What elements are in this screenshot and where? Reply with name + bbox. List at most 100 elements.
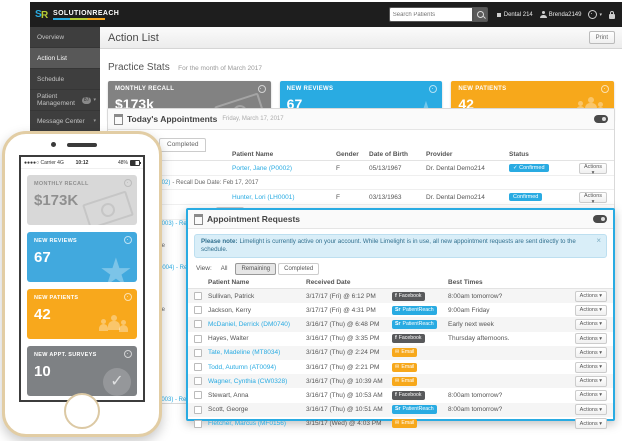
actions-button[interactable]: Actions ▾	[575, 362, 607, 373]
user-name: Brenda2149	[549, 12, 582, 18]
actions-button[interactable]: Actions ▾	[575, 305, 607, 316]
lock-menu[interactable]	[609, 11, 615, 19]
row-checkbox[interactable]	[194, 335, 202, 343]
gear-icon[interactable]	[258, 85, 266, 93]
search-button[interactable]	[473, 7, 488, 22]
patient-name-link[interactable]: Todd, Autumn (AT0094)	[208, 364, 306, 371]
view-tab-completed[interactable]: Completed	[278, 263, 319, 275]
gear-icon[interactable]	[124, 293, 132, 301]
actions-button[interactable]: Actions ▾	[575, 404, 607, 415]
user-menu[interactable]: Brenda2149	[540, 11, 582, 18]
source-label: PatientReach	[402, 307, 433, 314]
received-date-cell: 3/16/17 (Thu) @ 2:24 PM	[306, 349, 392, 356]
sidebar-item-message-center[interactable]: Message Center▾	[30, 111, 100, 132]
recall-note-text: - Recall Due Date: Feb 17, 2017	[172, 180, 258, 186]
gear-icon[interactable]	[601, 85, 609, 93]
row-checkbox[interactable]	[194, 406, 202, 414]
row-checkbox[interactable]	[194, 363, 202, 371]
status-badge: ✓ Confirmed	[509, 164, 549, 172]
actions-button[interactable]: Actions ▾	[575, 390, 607, 401]
patient-name-link[interactable]: Hunter, Lori (LH0001)	[232, 194, 336, 201]
collapse-toggle-icon[interactable]	[593, 215, 607, 223]
row-checkbox[interactable]	[194, 391, 202, 399]
tab-completed[interactable]: Completed	[159, 138, 206, 152]
appointment-requests-panel: Appointment Requests Please note:Limelig…	[186, 208, 615, 421]
home-button[interactable]	[64, 393, 100, 429]
patientreach-icon: Sr	[395, 307, 400, 314]
account-menu[interactable]: Dental 214	[495, 11, 533, 18]
phone-stat-card-new-appt-surveys: NEW APPT. SURVEYS10✓	[27, 346, 137, 396]
row-checkbox[interactable]	[194, 420, 202, 428]
patient-name-link[interactable]: Wagner, Cynthia (CW0328)	[208, 378, 306, 385]
sidebar-item-action-list[interactable]: Action List	[30, 48, 100, 69]
facebook-icon: f	[395, 335, 397, 342]
limelight-notice: Please note:Limelight is currently activ…	[194, 234, 607, 258]
chevron-down-icon: ▾	[599, 12, 602, 18]
column-header: Date of Birth	[369, 151, 426, 158]
view-tab-all[interactable]: All	[215, 263, 234, 275]
patient-name-link[interactable]: Tate, Madeline (MT8034)	[208, 349, 306, 356]
stat-card-label: MONTHLY RECALL	[115, 86, 264, 92]
checkmark-icon: ✓	[103, 368, 131, 396]
patient-name-link[interactable]: Fletcher, Marcus (MF0156)	[208, 420, 306, 427]
gear-icon[interactable]	[124, 179, 132, 187]
notice-text: Limelight is currently active on your ac…	[201, 238, 576, 253]
phone-stat-card-monthly-recall: MONTHLY RECALL$173K	[27, 175, 137, 225]
patient-name-link[interactable]: Porter, Jane (P0002)	[232, 165, 336, 172]
sidebar-item-overview[interactable]: Overview	[30, 27, 100, 48]
sidebar-item-label: Schedule	[37, 76, 64, 83]
sidebar-item-schedule[interactable]: Schedule	[30, 69, 100, 90]
actions-button[interactable]: Actions ▾	[575, 291, 607, 302]
dob-cell: 03/13/1963	[369, 194, 426, 201]
patient-name-link[interactable]: McDaniel, Derrick (DM0740)	[208, 321, 306, 328]
actions-button[interactable]: Actions ▾	[575, 376, 607, 387]
patientreach-icon: Sr	[395, 321, 400, 328]
source-badge-email: ✉Email	[392, 363, 417, 372]
actions-button[interactable]: Actions ▾	[579, 163, 607, 174]
row-checkbox[interactable]	[194, 377, 202, 385]
email-icon: ✉	[395, 420, 399, 427]
row-checkbox[interactable]	[194, 306, 202, 314]
stat-card-label: NEW REVIEWS	[34, 238, 130, 244]
count-badge: 87	[82, 97, 92, 104]
actions-button[interactable]: Actions ▾	[575, 347, 607, 358]
sidebar-item-patient-management[interactable]: Patient Management87▾	[30, 90, 100, 111]
row-checkbox[interactable]	[194, 320, 202, 328]
actions-button[interactable]: Actions ▾	[579, 192, 607, 203]
source-badge-facebook: fFacebook	[392, 391, 425, 400]
stat-card-label: NEW REVIEWS	[287, 86, 436, 92]
source-label: Email	[401, 349, 414, 356]
row-checkbox[interactable]	[194, 349, 202, 357]
actions-button[interactable]: Actions ▾	[575, 418, 607, 429]
gear-icon[interactable]	[429, 85, 437, 93]
collapse-toggle-icon[interactable]	[594, 115, 608, 123]
row-checkbox[interactable]	[194, 292, 202, 300]
status-badge: Confirmed	[509, 193, 542, 201]
close-icon[interactable]: ×	[596, 237, 601, 245]
gender-cell: F	[336, 194, 369, 201]
calendar-icon	[194, 214, 203, 225]
requests-table-header: Patient NameReceived DateBest Times	[188, 277, 613, 289]
stat-card-label: NEW PATIENTS	[458, 86, 607, 92]
brand-logo[interactable]: SR SOLUTIONREACH	[30, 7, 119, 22]
actions-button[interactable]: Actions ▾	[575, 319, 607, 330]
practice-stats-subtitle: For the month of March 2017	[178, 65, 262, 72]
search-input[interactable]	[389, 7, 473, 22]
request-row: Jackson, Kerry3/17/17 (Fri) @ 4:31 PMSrP…	[188, 303, 613, 317]
search-icon	[477, 11, 484, 18]
email-icon: ✉	[395, 378, 399, 385]
appointments-title: Today's Appointments	[127, 114, 217, 124]
gear-icon[interactable]	[124, 236, 132, 244]
sidebar-item-label: Action List	[37, 55, 67, 62]
print-button[interactable]: Print	[589, 31, 615, 44]
settings-menu[interactable]: ▾	[588, 10, 602, 19]
view-tab-remaining[interactable]: Remaining	[235, 263, 276, 275]
brand-tagline-bar	[53, 18, 105, 20]
column-header: Provider	[426, 151, 509, 158]
gear-icon[interactable]	[124, 350, 132, 358]
sidebar-item-label: Patient Management	[37, 93, 82, 107]
phone-screen: ●●●●○ Carrier 4G 10:12 48% MONTHLY RECAL…	[19, 155, 145, 402]
source-badge-patientreach: SrPatientReach	[392, 405, 437, 414]
actions-button[interactable]: Actions ▾	[575, 333, 607, 344]
table-row: Hunter, Lori (LH0001)F03/13/1963Dr. Dent…	[108, 190, 614, 205]
